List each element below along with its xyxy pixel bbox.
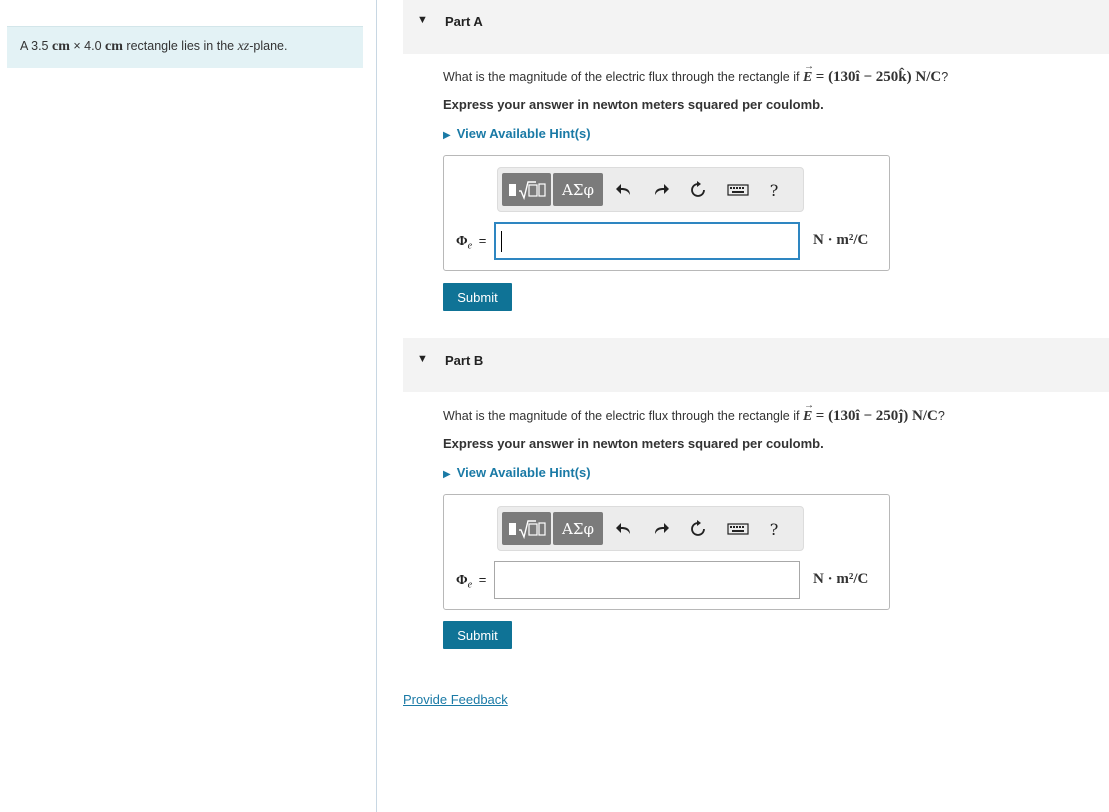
part-a-header[interactable]: ▼ Part A (403, 0, 1109, 54)
templates-icon (508, 180, 546, 200)
part-b-title: Part B (445, 353, 484, 368)
keyboard-icon[interactable] (726, 178, 750, 202)
problem-text-mid: 4.0 (84, 39, 102, 53)
collapse-caret-icon[interactable]: ▼ (417, 353, 428, 365)
templates-button[interactable] (502, 173, 551, 206)
keyboard-icon[interactable] (726, 517, 750, 541)
field-vector-symbol: → E (802, 400, 814, 424)
greek-letters-button[interactable]: ΑΣφ (553, 173, 603, 206)
field-equation: = (130î − 250ĵ) N/C (815, 408, 938, 424)
redo-icon[interactable] (649, 178, 673, 202)
part-a-title: Part A (445, 14, 483, 29)
part-a-answer-box: ΑΣφ ? Φe = N · m²/C (443, 155, 890, 271)
part-a-view-hints-link[interactable]: ▶ View Available Hint(s) (443, 126, 591, 141)
greek-letters-icon: ΑΣφ (562, 519, 594, 538)
help-icon[interactable]: ? (762, 178, 786, 202)
field-vector-symbol: → E (802, 61, 814, 85)
part-b-header[interactable]: ▼ Part B (403, 338, 1109, 392)
reset-icon[interactable] (686, 517, 710, 541)
part-b-units: N · m²/C (813, 571, 869, 587)
problem-statement: A 3.5 cm × 4.0 cm rectangle lies in the … (7, 26, 363, 68)
help-icon[interactable]: ? (762, 517, 786, 541)
part-b-answer-input[interactable] (494, 561, 800, 599)
phi-e-label: Φe = (456, 233, 487, 252)
field-equation: = (130î − 250k̂) N/C (815, 69, 942, 85)
expand-triangle-icon: ▶ (443, 469, 451, 480)
question-text: What is the magnitude of the electric fl… (443, 70, 800, 84)
undo-icon[interactable] (612, 517, 636, 541)
part-b-express-instructions: Express your answer in newton meters squ… (443, 436, 824, 451)
problem-text-prefix: A 3.5 (20, 39, 49, 53)
problem-text-middle: rectangle lies in the (126, 39, 235, 53)
part-a-units: N · m²/C (813, 232, 869, 248)
undo-icon[interactable] (612, 178, 636, 202)
vector-arrow-icon: → (803, 400, 814, 411)
question-mark: ? (937, 409, 945, 423)
templates-icon (508, 519, 546, 539)
phi-e-label: Φe = (456, 572, 487, 591)
part-b-answer-box: ΑΣφ ? Φe = N · m²/C (443, 494, 890, 610)
greek-letters-icon: ΑΣφ (562, 180, 594, 199)
question-mark: ? (941, 70, 949, 84)
part-b-question: What is the magnitude of the electric fl… (443, 400, 945, 425)
redo-icon[interactable] (649, 517, 673, 541)
expand-triangle-icon: ▶ (443, 130, 451, 141)
part-a-answer-input[interactable] (494, 222, 800, 260)
times-sign: × (73, 39, 81, 53)
math-toolbar: ΑΣφ ? (497, 506, 804, 551)
greek-letters-button[interactable]: ΑΣφ (553, 512, 603, 545)
vector-arrow-icon: → (803, 61, 814, 72)
math-toolbar: ΑΣφ ? (497, 167, 804, 212)
question-text: What is the magnitude of the electric fl… (443, 409, 800, 423)
provide-feedback-link[interactable]: Provide Feedback (403, 692, 508, 707)
plane-variable: xz (237, 39, 250, 54)
part-a-question: What is the magnitude of the electric fl… (443, 61, 949, 86)
unit-cm-2: cm (105, 39, 123, 54)
part-a-express-instructions: Express your answer in newton meters squ… (443, 97, 824, 112)
part-b-view-hints-link[interactable]: ▶ View Available Hint(s) (443, 465, 591, 480)
templates-button[interactable] (502, 512, 551, 545)
part-b-submit-button[interactable]: Submit (443, 621, 512, 649)
column-divider (376, 0, 377, 812)
unit-cm-1: cm (51, 39, 70, 54)
collapse-caret-icon[interactable]: ▼ (417, 14, 428, 26)
part-a-submit-button[interactable]: Submit (443, 283, 512, 311)
reset-icon[interactable] (686, 178, 710, 202)
text-cursor (501, 231, 502, 252)
problem-text-suffix: -plane. (249, 39, 288, 53)
